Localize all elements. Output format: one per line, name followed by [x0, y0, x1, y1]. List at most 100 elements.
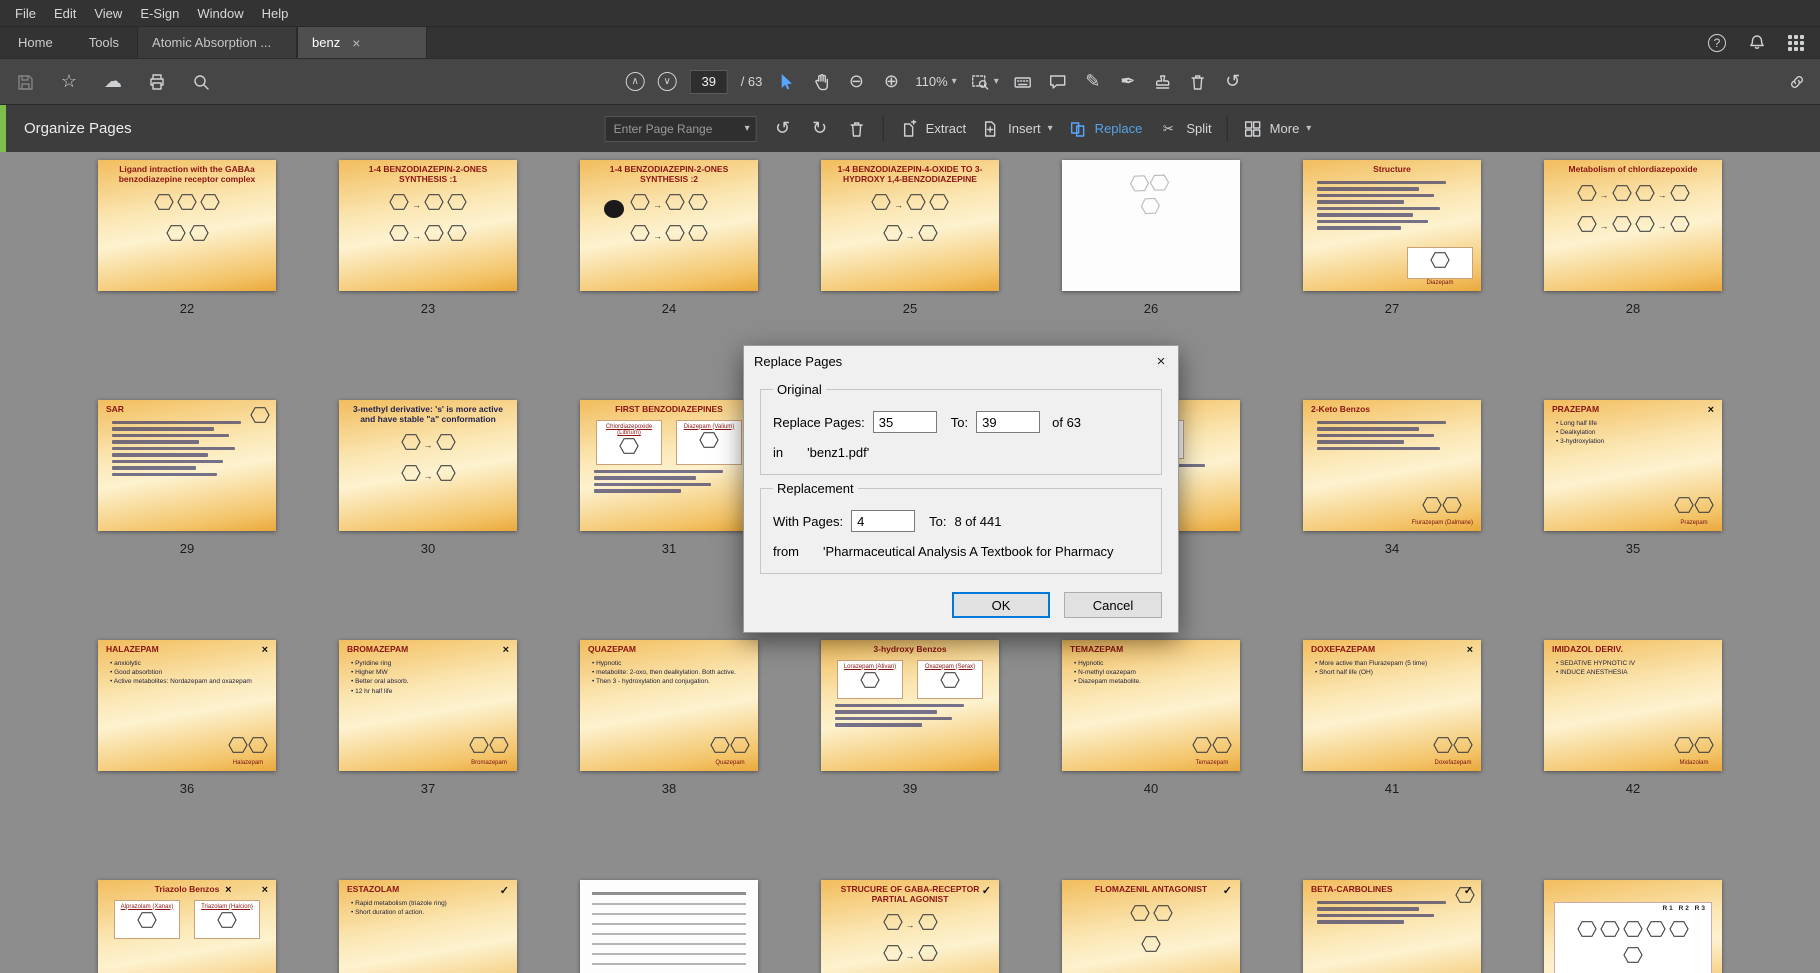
split-button[interactable]: ✂ Split: [1157, 118, 1211, 140]
help-icon[interactable]: ?: [1708, 34, 1726, 52]
link-icon[interactable]: [1786, 71, 1808, 93]
next-page-icon[interactable]: ∨: [658, 72, 677, 91]
dialog-close-icon[interactable]: ×: [1144, 346, 1178, 376]
page-thumbnail-22[interactable]: Ligand intraction with the GABAa benzodi…: [98, 160, 276, 291]
close-tab-icon[interactable]: ×: [350, 35, 362, 51]
page-thumbnail-46[interactable]: ✓STRUCURE OF GABA-RECEPTOR PARTIAL AGONI…: [821, 880, 999, 973]
replace-button[interactable]: Replace: [1068, 119, 1143, 139]
page-range-input[interactable]: [614, 122, 745, 136]
page-thumbnail-47[interactable]: ✓FLOMAZENIL ANTAGONIST: [1062, 880, 1240, 973]
ok-button[interactable]: OK: [952, 592, 1050, 618]
doc-tab-atomic-absorption[interactable]: Atomic Absorption ...: [137, 27, 297, 58]
find-icon[interactable]: [190, 71, 212, 93]
menu-window[interactable]: Window: [188, 6, 252, 21]
page-thumbnail-31[interactable]: FIRST BENZODIAZEPINESChlordiazepoxide (L…: [580, 400, 758, 531]
doc-tab-benz[interactable]: benz ×: [297, 27, 427, 58]
refresh-icon[interactable]: ↺: [1222, 71, 1244, 93]
stamp-icon[interactable]: [1152, 71, 1174, 93]
page-thumbnail-36[interactable]: ×HALAZEPAManxiolyticGood absorbtionActiv…: [98, 640, 276, 771]
hand-tool-icon[interactable]: [810, 71, 832, 93]
page-thumbnail-41[interactable]: ×DOXEFAZEPAMMore active than Flurazepam …: [1303, 640, 1481, 771]
previous-page-icon[interactable]: ∧: [626, 72, 645, 91]
zoom-level-dropdown[interactable]: 110% ▾: [915, 74, 956, 89]
tab-home[interactable]: Home: [0, 27, 71, 58]
page-thumbnail-42[interactable]: IMIDAZOL DERIV.SEDATIVE HYPNOTIC IVINDUC…: [1544, 640, 1722, 771]
select-tool-icon[interactable]: [775, 71, 797, 93]
rotate-left-icon[interactable]: ↺: [772, 118, 794, 140]
from-label: from: [773, 544, 799, 559]
app-grid-icon[interactable]: [1788, 35, 1804, 51]
slide-title: Metabolism of chlordiazepoxide: [1544, 160, 1722, 176]
original-to-input[interactable]: [976, 411, 1040, 433]
slide-title: DOXEFAZEPAM: [1303, 640, 1481, 656]
original-from-input[interactable]: [873, 411, 937, 433]
split-label: Split: [1186, 121, 1211, 136]
page-thumbnail-28[interactable]: Metabolism of chlordiazepoxide→→→→: [1544, 160, 1722, 291]
text-line: [835, 717, 952, 721]
page-thumbnail-29[interactable]: SAR: [98, 400, 276, 531]
page-thumbnail-35[interactable]: ×PRAZEPAMLong half lifeDealkylation3-hyd…: [1544, 400, 1722, 531]
rotate-right-icon[interactable]: ↻: [809, 118, 831, 140]
page-thumbnail-48[interactable]: ✓BETA-CARBOLINES: [1303, 880, 1481, 973]
dialog-title: Replace Pages: [754, 354, 1144, 369]
favorite-star-icon[interactable]: ☆: [58, 71, 80, 93]
pencil-edit-icon[interactable]: ✎: [1082, 71, 1104, 93]
page-thumbnail-34[interactable]: 2-Keto BenzosFlurazepam (Dalmane): [1303, 400, 1481, 531]
menu-view[interactable]: View: [85, 6, 131, 21]
more-button[interactable]: More ▾: [1243, 119, 1312, 139]
share-cloud-icon[interactable]: ☁: [102, 71, 124, 93]
dialog-titlebar[interactable]: Replace Pages ×: [744, 346, 1178, 376]
page-thumbnail-25[interactable]: 1-4 BENZODIAZEPIN-4-OXIDE TO 3-HYDROXY 1…: [821, 160, 999, 291]
tab-tools[interactable]: Tools: [71, 27, 137, 58]
page-thumbnail-49[interactable]: R1 R2 R3: [1544, 880, 1722, 973]
page-thumbnail-39[interactable]: 3-hydroxy BenzosLorazepam (Ativan)Oxazep…: [821, 640, 999, 771]
structure-diagram: →: [821, 913, 999, 936]
benzene-ring-icon: [1674, 736, 1714, 759]
page-thumbnail-26[interactable]: [1062, 160, 1240, 291]
keyboard-icon[interactable]: [1012, 71, 1034, 93]
text-line: [835, 704, 964, 708]
delete-pages-icon[interactable]: [1187, 71, 1209, 93]
page-thumbnail-37[interactable]: ×BROMAZEPAMPyridine ringHigher MWBetter …: [339, 640, 517, 771]
menu-edit[interactable]: Edit: [45, 6, 85, 21]
text-line: [1317, 434, 1434, 438]
menu-esign[interactable]: E-Sign: [131, 6, 188, 21]
text-line: [835, 723, 922, 727]
page-thumbnail-27[interactable]: StructureDiazepam: [1303, 160, 1481, 291]
insert-button[interactable]: Insert ▾: [981, 119, 1053, 139]
zoom-out-icon[interactable]: ⊖: [845, 71, 867, 93]
print-icon[interactable]: [146, 71, 168, 93]
delete-page-icon[interactable]: [846, 118, 868, 140]
sign-pen-icon[interactable]: ✒: [1117, 71, 1139, 93]
bullet-item: Then 3 - hydroxylation and conjugation.: [592, 677, 752, 686]
structure-label: Prazepam: [1674, 520, 1714, 526]
extract-button[interactable]: Extract: [899, 119, 966, 139]
zoom-in-icon[interactable]: ⊕: [880, 71, 902, 93]
save-icon[interactable]: [14, 71, 36, 93]
page-title: Organize Pages: [24, 120, 132, 137]
page-thumbnail-40[interactable]: TEMAZEPAMHypnoticN-methyl oxazepamDiazep…: [1062, 640, 1240, 771]
page-thumbnail-44[interactable]: ✓ESTAZOLAMRapid metabolism (triazole rin…: [339, 880, 517, 973]
replacement-from-input[interactable]: [851, 510, 915, 532]
menu-file[interactable]: File: [6, 6, 45, 21]
page-thumbnail-38[interactable]: QUAZEPAMHypnoticmetabolite: 2-oxo, then …: [580, 640, 758, 771]
page-cell: Ligand intraction with the GABAa benzodi…: [98, 160, 276, 316]
notifications-bell-icon[interactable]: [1746, 32, 1768, 54]
page-range-box[interactable]: ▾: [605, 116, 757, 142]
page-number-input[interactable]: [690, 70, 728, 94]
page-number: 31: [662, 541, 676, 556]
reaction-arrow-icon: →: [424, 440, 433, 450]
page-thumbnail-45[interactable]: [580, 880, 758, 973]
marquee-zoom-dropdown[interactable]: ▾: [970, 72, 999, 92]
page-thumbnail-23[interactable]: 1-4 BENZODIAZEPIN-2-ONES SYNTHESIS :1→→: [339, 160, 517, 291]
cancel-button[interactable]: Cancel: [1064, 592, 1162, 618]
menu-help[interactable]: Help: [253, 6, 298, 21]
bullet-item: anxiolytic: [110, 659, 270, 668]
page-thumbnail-30[interactable]: 3-methyl derivative: 's' is more active …: [339, 400, 517, 531]
page-thumbnail-24[interactable]: 1-4 BENZODIAZEPIN-2-ONES SYNTHESIS :2→→: [580, 160, 758, 291]
comment-icon[interactable]: [1047, 71, 1069, 93]
extract-label: Extract: [926, 121, 966, 136]
text-line: [112, 466, 196, 470]
text-line: [594, 476, 696, 480]
page-thumbnail-43[interactable]: ××Triazolo BenzosAlprazolam (Xanax)Triaz…: [98, 880, 276, 973]
